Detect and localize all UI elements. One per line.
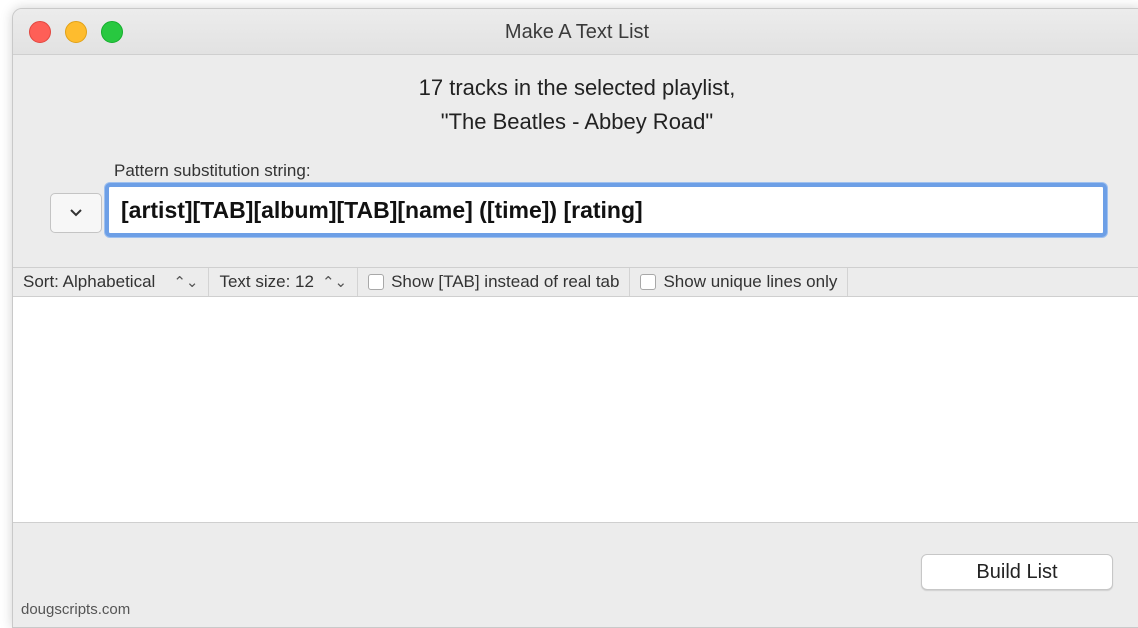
options-bar: Sort: Alphabetical ⌃⌄ Text size: 12 ⌃⌄ S… <box>13 267 1138 297</box>
show-tab-checkbox[interactable] <box>368 274 385 290</box>
show-tab-label: Show [TAB] instead of real tab <box>391 272 620 291</box>
pattern-label: Pattern substitution string: <box>114 161 311 180</box>
show-tab-option[interactable]: Show [TAB] instead of real tab <box>358 268 631 296</box>
output-text-area[interactable] <box>13 297 1138 523</box>
pattern-presets-dropdown[interactable] <box>50 193 102 233</box>
pattern-input[interactable] <box>105 183 1107 237</box>
text-size-label: Text size: 12 <box>219 272 314 291</box>
sort-label: Sort: Alphabetical <box>23 272 156 291</box>
window-title: Make A Text List <box>504 21 650 43</box>
app-window: Make A Text List 17 tracks in the select… <box>12 8 1138 628</box>
updown-arrows-icon: ⌃⌄ <box>173 274 199 291</box>
unique-lines-label: Show unique lines only <box>663 272 838 291</box>
text-size-select[interactable]: Text size: 12 ⌃⌄ <box>209 268 359 296</box>
unique-lines-checkbox[interactable] <box>640 274 657 290</box>
unique-lines-option[interactable]: Show unique lines only <box>630 268 849 296</box>
playlist-info: 17 tracks in the selected playlist, "The… <box>13 71 1138 139</box>
build-list-button[interactable]: Build List <box>921 554 1113 590</box>
title-bar: Make A Text List <box>13 9 1138 55</box>
credit-text: dougscripts.com <box>21 601 131 618</box>
chevron-down-icon <box>70 209 82 217</box>
track-count-text: 17 tracks in the selected playlist, <box>418 75 736 100</box>
updown-arrows-icon: ⌃⌄ <box>321 274 348 291</box>
playlist-name-text: "The Beatles - Abbey Road" <box>440 109 714 134</box>
sort-select[interactable]: Sort: Alphabetical ⌃⌄ <box>13 268 210 296</box>
